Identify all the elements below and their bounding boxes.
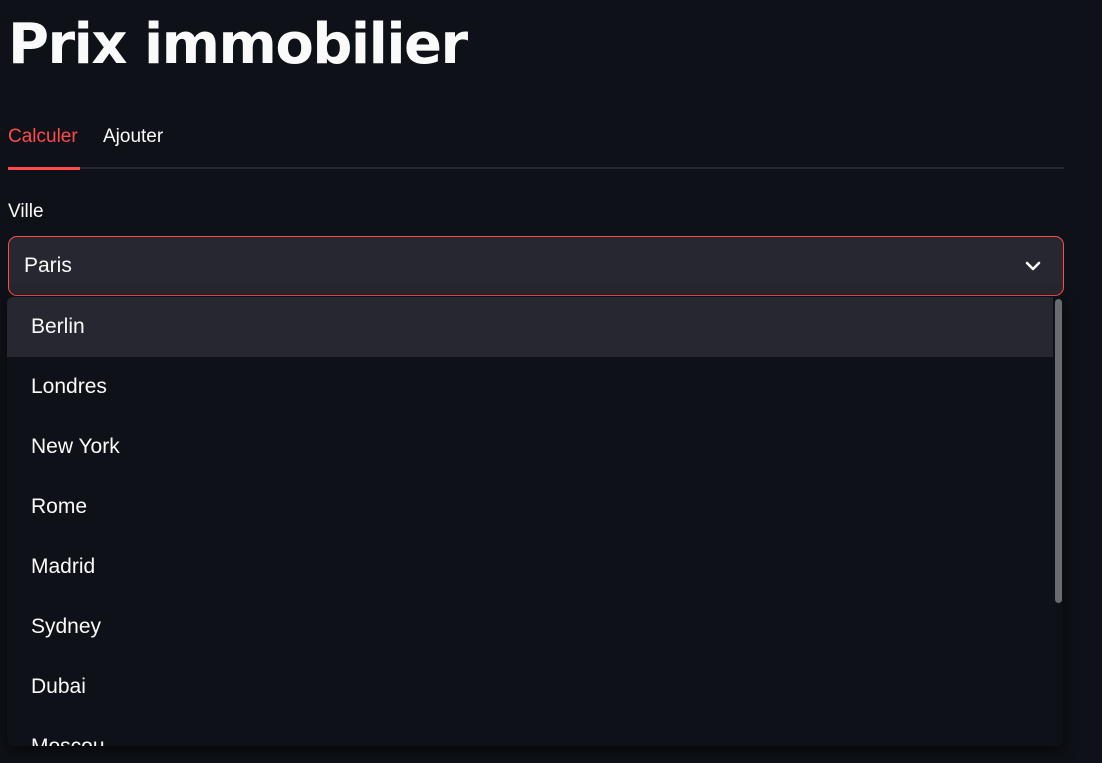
tab-label: Ajouter [103,126,164,147]
tab-ajouter[interactable]: Ajouter [103,118,173,170]
tab-calculer[interactable]: Calculer [8,118,80,170]
dropdown-scrollbar[interactable] [1053,297,1063,746]
city-dropdown-list: Berlin Londres New York Rome Madrid Sydn… [7,297,1063,746]
dropdown-option[interactable]: Dubai [7,657,1053,717]
dropdown-option[interactable]: Londres [7,357,1053,417]
city-select[interactable]: Paris [8,236,1064,296]
page-title: Prix immobilier [8,12,468,77]
dropdown-option[interactable]: Rome [7,477,1053,537]
scrollbar-thumb[interactable] [1055,299,1062,603]
tab-label: Calculer [8,126,78,147]
page: Prix immobilier Calculer Ajouter Ville P… [0,0,1102,763]
dropdown-option[interactable]: Moscou [7,717,1053,746]
dropdown-option[interactable]: Berlin [7,297,1053,357]
dropdown-option[interactable]: Madrid [7,537,1053,597]
chevron-down-icon[interactable] [1023,256,1043,276]
dropdown-option[interactable]: New York [7,417,1053,477]
active-tab-indicator [8,167,80,170]
tab-bar: Calculer Ajouter [8,118,1064,170]
city-label: Ville [8,201,44,222]
dropdown-option[interactable]: Sydney [7,597,1053,657]
city-select-value: Paris [24,254,72,277]
